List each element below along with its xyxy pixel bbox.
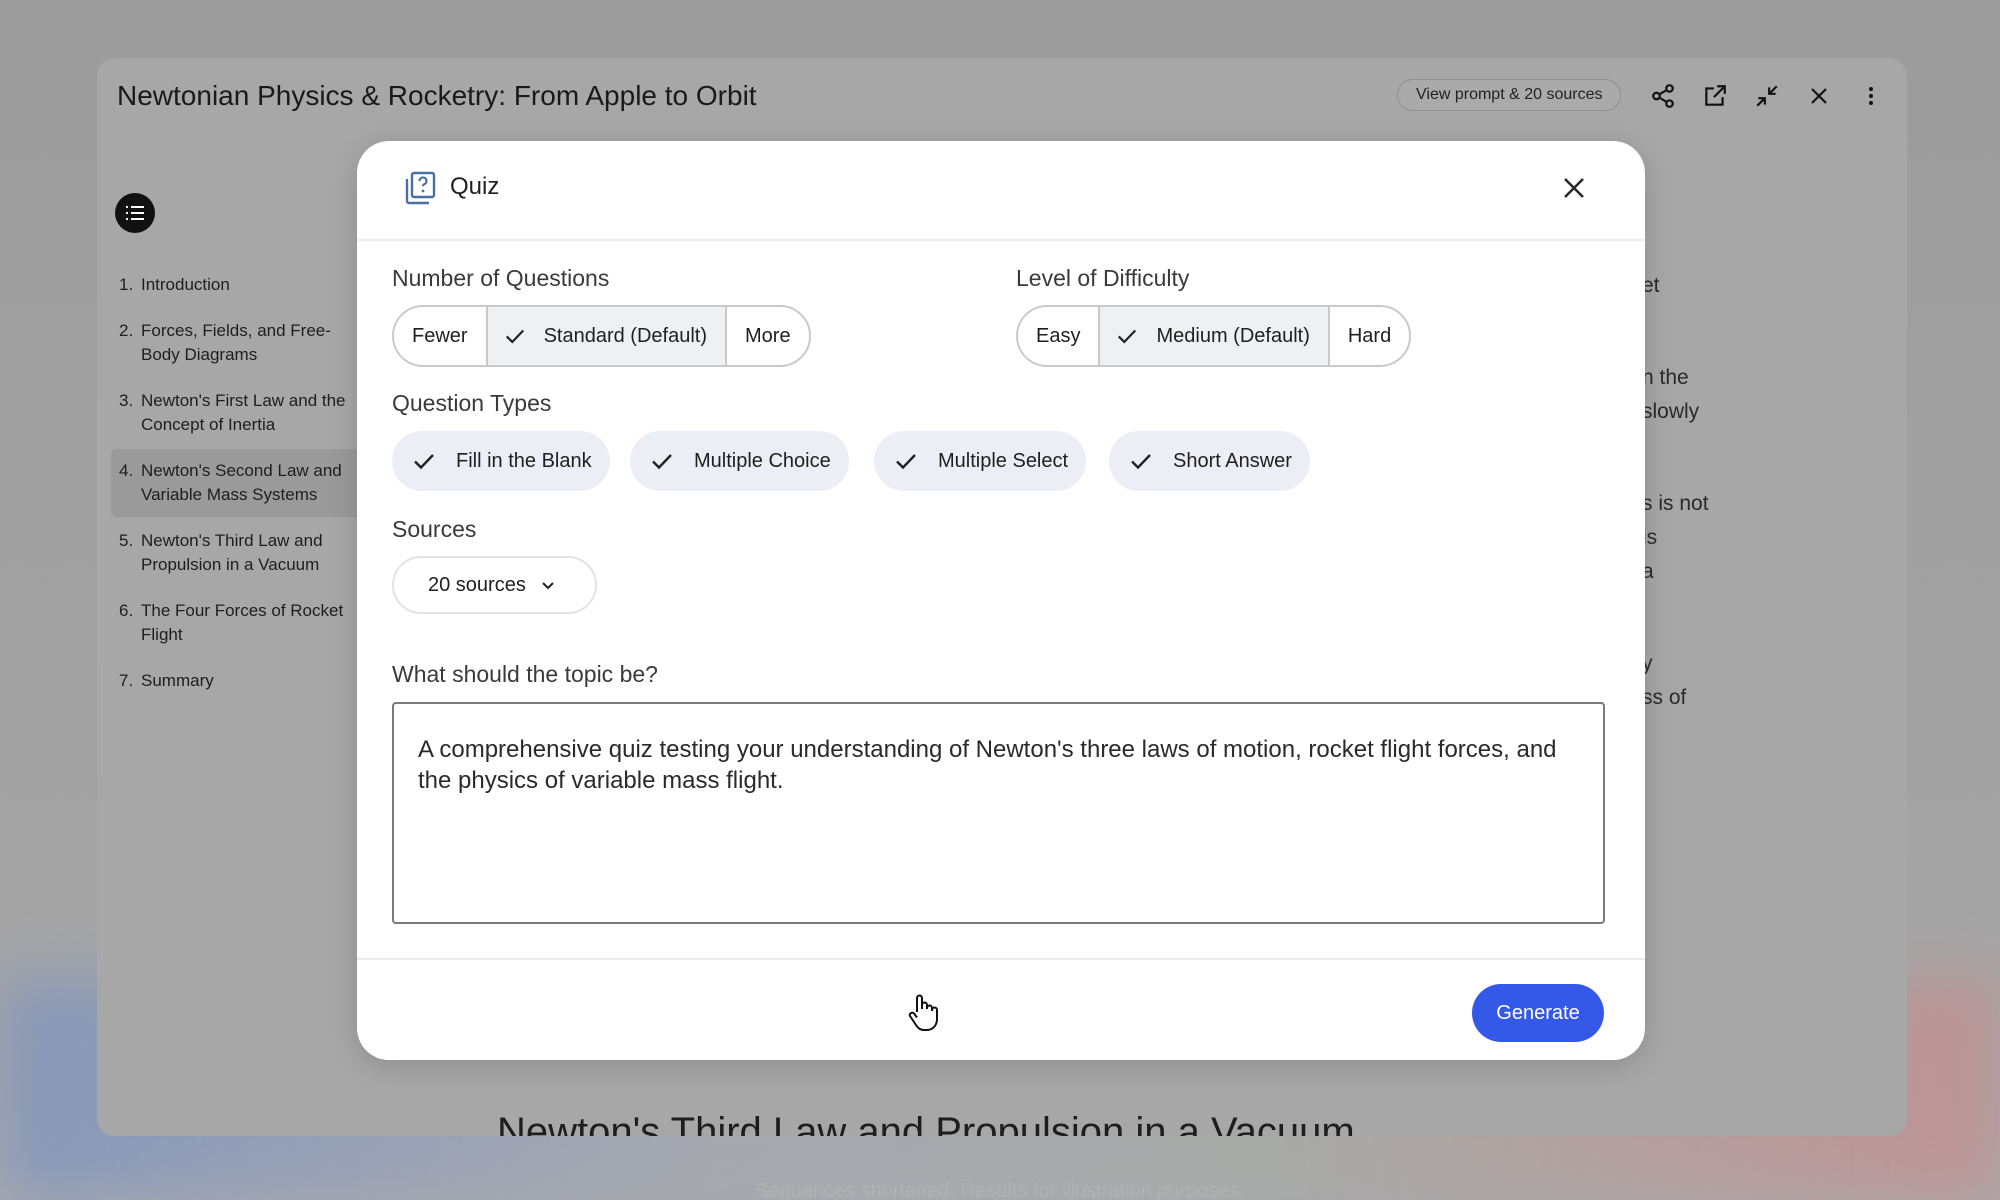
footer-note: Sequences shortened. Results for illustr… [754, 1180, 1246, 1200]
option-more[interactable]: More [727, 307, 809, 365]
close-icon[interactable] [1803, 80, 1835, 112]
open-in-new-icon[interactable] [1699, 80, 1731, 112]
num-questions-selector: Fewer Standard (Default) More [392, 305, 811, 367]
toc-item[interactable]: 5. Newton's Third Law and Propulsion in a… [111, 519, 361, 587]
toc-item[interactable]: 3. Newton's First Law and the Concept of … [111, 379, 361, 447]
check-icon [896, 454, 916, 470]
table-of-contents: 1. Introduction 2. Forces, Fields, and Fre… [111, 263, 361, 705]
more-vert-icon[interactable] [1855, 80, 1887, 112]
topic-label: What should the topic be? [392, 661, 658, 687]
toc-item[interactable]: 6. The Four Forces of Rocket Flight [111, 589, 361, 657]
article-text-fragment: n the [1642, 366, 1689, 389]
article-text-fragment: s is not [1642, 492, 1709, 515]
check-icon [505, 329, 524, 344]
article-text-fragment: slowly [1642, 400, 1700, 423]
app-title: Newtonian Physics & Rocketry: From Apple… [117, 80, 757, 111]
difficulty-label: Level of Difficulty [1016, 265, 1190, 291]
chip-multiple-choice[interactable]: Multiple Choice [630, 431, 849, 491]
option-medium[interactable]: Medium (Default) [1100, 307, 1330, 365]
chip-short-answer[interactable]: Short Answer [1109, 431, 1310, 491]
option-fewer[interactable]: Fewer [394, 307, 488, 365]
check-icon [1131, 454, 1151, 470]
dialog-title: Quiz [450, 173, 500, 200]
dialog-header: Quiz [357, 141, 1645, 241]
window-toolbar [1647, 80, 1887, 112]
share-icon[interactable] [1647, 80, 1679, 112]
option-standard[interactable]: Standard (Default) [487, 307, 727, 365]
quiz-dialog: Quiz Number of Questions Fewer Standard … [357, 141, 1645, 1060]
check-icon [414, 454, 434, 470]
option-easy[interactable]: Easy [1018, 307, 1101, 365]
toc-item[interactable]: 7. Summary [111, 659, 361, 703]
option-hard[interactable]: Hard [1329, 307, 1410, 365]
close-dialog-button[interactable] [1557, 171, 1591, 205]
check-icon [652, 454, 672, 470]
chip-fill-in-the-blank[interactable]: Fill in the Blank [392, 431, 610, 491]
generate-button[interactable]: Generate [1472, 984, 1604, 1042]
toc-toggle-button[interactable] [115, 193, 155, 233]
quiz-icon [405, 171, 436, 205]
collapse-icon[interactable] [1751, 80, 1783, 112]
article-text-fragment: ss of [1642, 686, 1687, 709]
chip-multiple-select[interactable]: Multiple Select [874, 431, 1087, 491]
sources-dropdown[interactable]: 20 sources [392, 556, 597, 614]
view-prompt-button[interactable]: View prompt & 20 sources [1397, 79, 1622, 111]
hand-cursor-icon [908, 994, 938, 1031]
question-types-label: Question Types [392, 390, 552, 416]
difficulty-selector: Easy Medium (Default) Hard [1016, 305, 1412, 367]
toc-item[interactable]: 2. Forces, Fields, and Free-Body Diagrams [111, 309, 361, 377]
list-icon [126, 206, 144, 220]
chevron-down-icon [542, 582, 554, 590]
section-heading: Newton's Third Law and Propulsion in a V… [497, 1110, 1355, 1136]
sources-label: Sources [392, 516, 477, 542]
footer-divider [357, 958, 1645, 960]
check-icon [1118, 329, 1137, 344]
toc-item-active[interactable]: 4. Newton's Second Law and Variable Mass … [111, 449, 361, 517]
topic-textarea[interactable] [392, 702, 1605, 924]
num-questions-label: Number of Questions [392, 265, 610, 291]
toc-item[interactable]: 1. Introduction [111, 263, 361, 307]
